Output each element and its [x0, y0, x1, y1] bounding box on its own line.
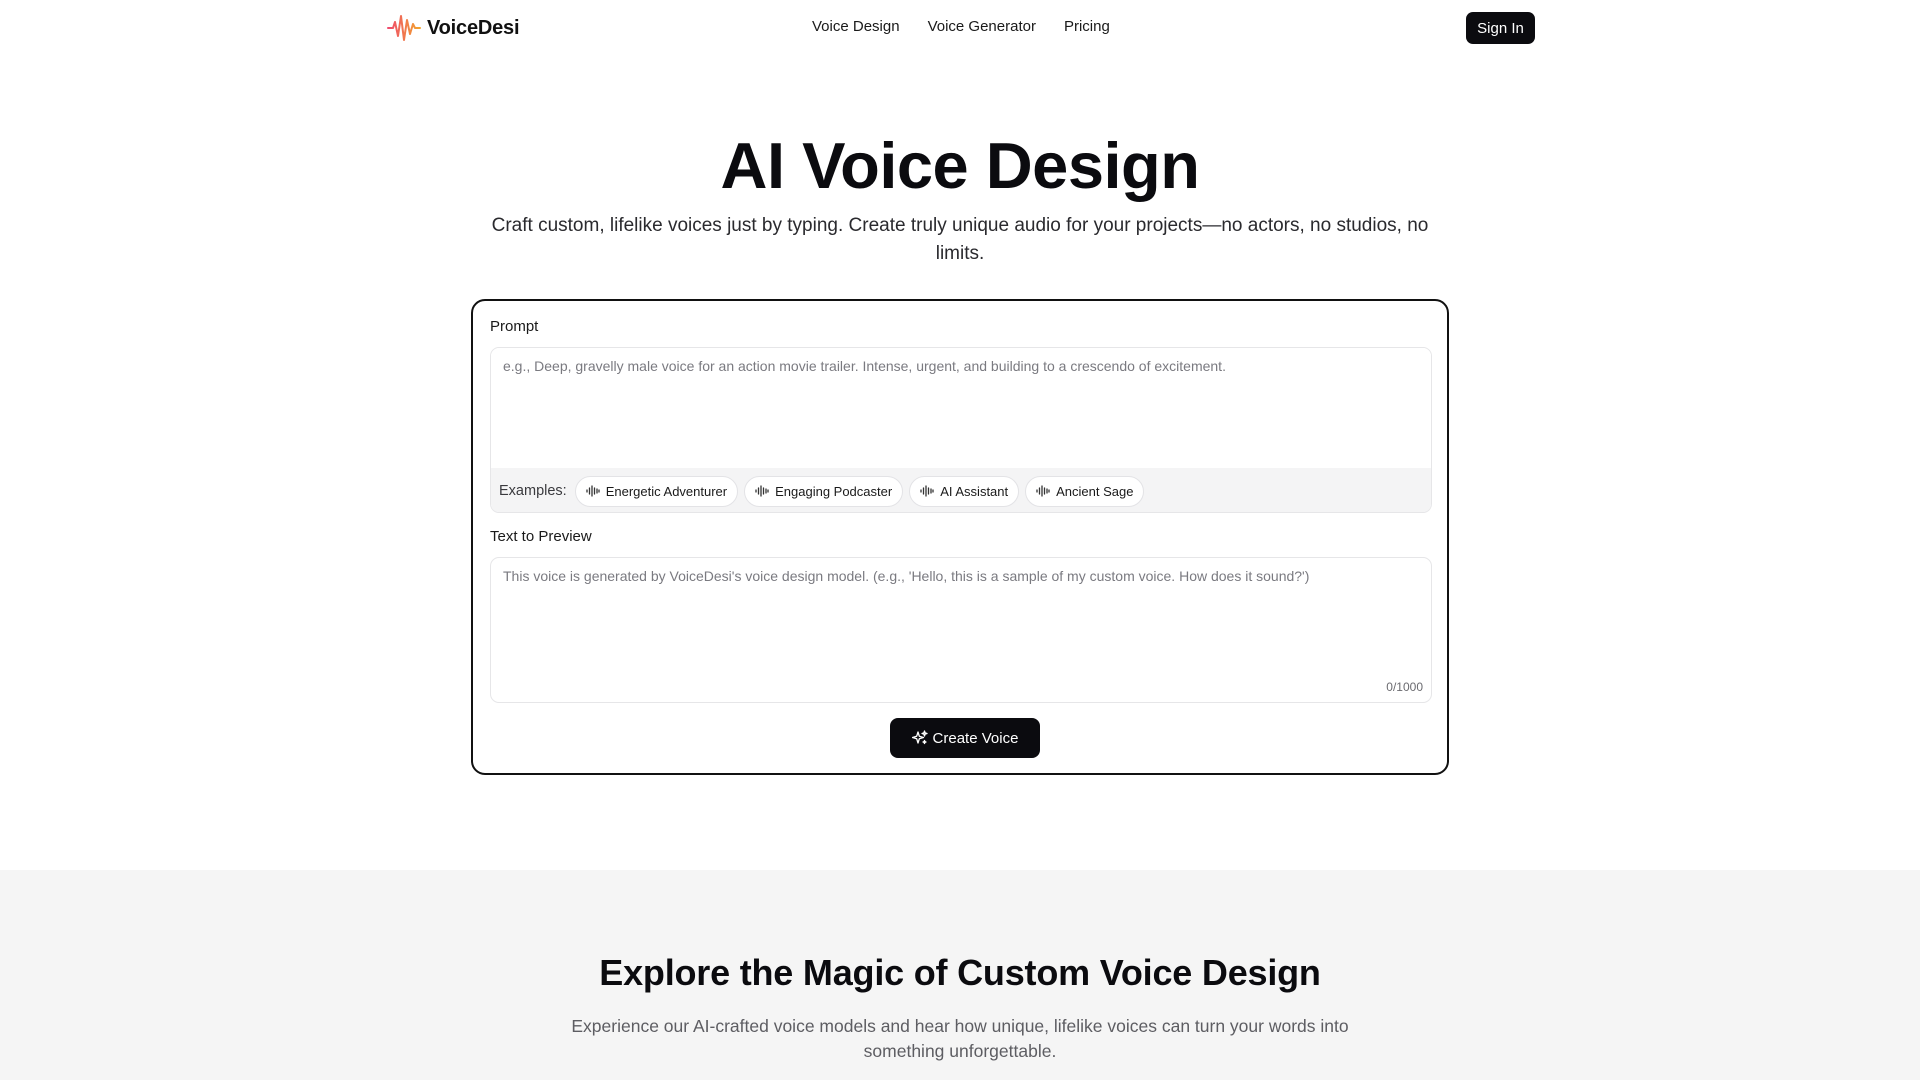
example-chip-label: Ancient Sage — [1056, 483, 1134, 499]
page-subtitle: Craft custom, lifelike voices just by ty… — [491, 215, 1429, 264]
character-counter: 0/1000 — [1386, 680, 1423, 694]
preview-box: 0/1000 — [490, 557, 1432, 703]
example-chip-label: AI Assistant — [940, 483, 1009, 499]
example-chip-ancient-sage[interactable]: Ancient Sage — [1025, 475, 1145, 507]
preview-label: Text to Preview — [490, 528, 592, 545]
waveform-icon — [1036, 485, 1050, 497]
example-chip-ai-assistant[interactable]: AI Assistant — [909, 475, 1020, 507]
explore-title: Explore the Magic of Custom Voice Design — [599, 952, 1321, 993]
nav-voice-design[interactable]: Voice Design — [812, 18, 900, 35]
prompt-label: Prompt — [490, 318, 539, 335]
page-title: AI Voice Design — [720, 129, 1200, 202]
brand-name: VoiceDesi — [427, 16, 520, 39]
sign-in-button[interactable]: Sign In — [1466, 12, 1535, 44]
sparkles-icon — [911, 730, 928, 745]
examples-bar: Examples: Energetic Adventurer Engaging … — [491, 468, 1431, 512]
explore-subtitle: Experience our AI-crafted voice models a… — [571, 1016, 1349, 1061]
create-voice-label: Create Voice — [932, 729, 1019, 747]
nav-voice-generator[interactable]: Voice Generator — [928, 18, 1036, 35]
example-chip-label: Engaging Podcaster — [775, 483, 893, 499]
waveform-icon — [755, 485, 769, 497]
main-nav: Voice Design Voice Generator Pricing — [812, 18, 1110, 35]
create-voice-button[interactable]: Create Voice — [890, 718, 1040, 758]
waveform-logo-icon — [387, 15, 421, 41]
prompt-box: Examples: Energetic Adventurer Engaging … — [490, 347, 1432, 513]
examples-label: Examples: — [499, 483, 567, 499]
site-header: VoiceDesi Voice Design Voice Generator P… — [0, 0, 1920, 56]
example-chip-engaging-podcaster[interactable]: Engaging Podcaster — [744, 475, 904, 507]
waveform-icon — [920, 485, 934, 497]
preview-text-input[interactable] — [491, 558, 1431, 702]
example-chip-label: Energetic Adventurer — [605, 483, 728, 499]
voice-design-form: Prompt Examples: Energetic Adventurer En… — [471, 299, 1449, 775]
waveform-icon — [586, 485, 600, 497]
example-chip-energetic-adventurer[interactable]: Energetic Adventurer — [574, 475, 739, 507]
brand-logo[interactable]: VoiceDesi — [387, 12, 520, 44]
prompt-input[interactable] — [491, 348, 1431, 468]
nav-pricing[interactable]: Pricing — [1064, 18, 1110, 35]
